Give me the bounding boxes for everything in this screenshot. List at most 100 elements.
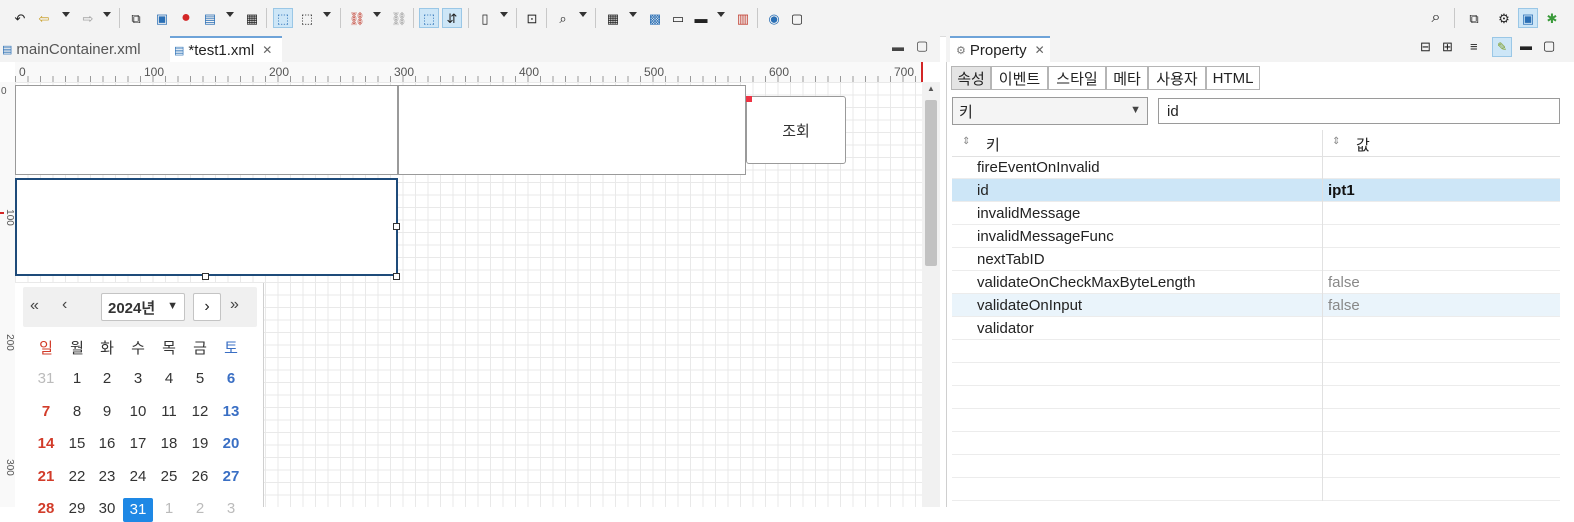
close-icon[interactable]: ✕ <box>262 43 272 57</box>
search-icon[interactable]: ⌕ <box>1426 8 1446 28</box>
calendar-day[interactable]: 15 <box>62 435 92 452</box>
property-row[interactable] <box>952 455 1560 478</box>
calendar-day[interactable]: 2 <box>92 370 122 387</box>
minimize-icon[interactable]: ▬ <box>892 40 904 54</box>
maximize-icon[interactable]: ▢ <box>916 38 928 54</box>
marquee-dropdown-icon[interactable] <box>323 12 331 17</box>
column-key-header[interactable]: 키 <box>986 134 1000 155</box>
back-dropdown-icon[interactable] <box>62 12 70 17</box>
undo-icon[interactable]: ↶ <box>10 8 30 28</box>
search-layout-icon[interactable]: ⌕ <box>553 8 573 28</box>
select-mode-icon[interactable]: ⬚ <box>273 8 293 28</box>
back-icon[interactable]: ⇦ <box>34 8 54 28</box>
calendar-day[interactable]: 22 <box>62 468 92 485</box>
column-value-header[interactable]: 값 <box>1356 134 1370 155</box>
calendar-day[interactable]: 1 <box>154 500 184 517</box>
calendar-day[interactable]: 8 <box>62 403 92 420</box>
property-row[interactable]: invalidMessageFunc <box>952 225 1560 248</box>
property-row[interactable] <box>952 386 1560 409</box>
filter-select[interactable]: 키 ▼ <box>952 97 1148 125</box>
grid-lines-icon[interactable]: ▥ <box>733 8 753 28</box>
divider-dropdown-icon[interactable] <box>717 12 725 17</box>
calendar-day[interactable]: 10 <box>123 403 153 420</box>
calendar-day[interactable]: 13 <box>216 403 246 420</box>
calendar-day[interactable]: 17 <box>123 435 153 452</box>
forward-icon[interactable]: ⇨ <box>78 8 98 28</box>
open-perspective-icon[interactable]: ⧉ <box>1464 8 1484 28</box>
calendar-day[interactable]: 27 <box>216 468 246 485</box>
text-frame-icon[interactable]: ⊡ <box>522 8 542 28</box>
calendar-day[interactable]: 6 <box>216 370 246 387</box>
divider-icon[interactable]: ▬ <box>691 8 711 28</box>
sort-icon[interactable]: ⇕ <box>962 136 970 147</box>
tab-main-container[interactable]: ▤ mainContainer.xml <box>0 36 168 62</box>
property-value[interactable]: ipt1 <box>1328 182 1355 199</box>
property-row[interactable]: validateOnCheckMaxByteLength false <box>952 271 1560 294</box>
sort-icon[interactable]: ⇕ <box>1332 136 1340 147</box>
tab-test1[interactable]: ▤ *test1.xml ✕ <box>170 36 282 62</box>
web-icon[interactable]: ◉ <box>764 8 784 28</box>
device-dropdown-icon[interactable] <box>500 12 508 17</box>
calendar-day[interactable]: 24 <box>123 468 153 485</box>
calendar-day[interactable]: 11 <box>154 403 184 420</box>
selected-input-ipt1[interactable] <box>15 178 398 276</box>
tab-html[interactable]: HTML <box>1206 66 1260 90</box>
debug-perspective-icon[interactable]: ✱ <box>1542 8 1562 28</box>
calendar-day[interactable]: 31 <box>123 498 153 522</box>
property-row[interactable] <box>952 409 1560 432</box>
calendar-day[interactable]: 29 <box>62 500 92 517</box>
property-value[interactable]: false <box>1328 297 1360 314</box>
tab-meta[interactable]: 메타 <box>1106 66 1148 90</box>
edit-icon[interactable]: ✎ <box>1492 37 1512 57</box>
property-value[interactable]: false <box>1328 274 1360 291</box>
calendar-day[interactable]: 3 <box>216 500 246 517</box>
calendar-day[interactable]: 2 <box>185 500 215 517</box>
resize-handle[interactable] <box>393 223 400 230</box>
property-row[interactable]: fireEventOnInvalid <box>952 156 1560 179</box>
calendar-day[interactable]: 16 <box>92 435 122 452</box>
tab-style[interactable]: 스타일 <box>1048 66 1106 90</box>
property-tab[interactable]: ⚙ Property ✕ <box>950 36 1050 62</box>
forward-dropdown-icon[interactable] <box>103 12 111 17</box>
calendar-day[interactable]: 31 <box>31 370 61 387</box>
vertical-scrollbar[interactable]: ▲ <box>922 82 940 507</box>
calendar-day[interactable]: 3 <box>123 370 153 387</box>
property-row[interactable]: nextTabID <box>952 248 1560 271</box>
run-dropdown-icon[interactable] <box>226 12 234 17</box>
property-row[interactable]: validator <box>952 317 1560 340</box>
table-dropdown-icon[interactable] <box>629 12 637 17</box>
calendar-day[interactable]: 19 <box>185 435 215 452</box>
run-window-icon[interactable]: ▤ <box>200 8 220 28</box>
search-layout-dropdown-icon[interactable] <box>579 12 587 17</box>
snap-icon[interactable]: ⇵ <box>442 8 462 28</box>
calendar-day[interactable]: 21 <box>31 468 61 485</box>
resize-handle[interactable] <box>393 273 400 280</box>
calendar-day[interactable]: 18 <box>154 435 184 452</box>
scroll-thumb[interactable] <box>925 100 937 266</box>
export-icon[interactable]: ⧉ <box>126 8 146 28</box>
calendar-day[interactable]: 12 <box>185 403 215 420</box>
property-row[interactable] <box>952 340 1560 363</box>
group-box[interactable] <box>398 85 746 175</box>
perspective-icon[interactable]: ⚙ <box>1494 8 1514 28</box>
tab-events[interactable]: 이벤트 <box>991 66 1048 90</box>
zoom-select-icon[interactable]: ⬚ <box>419 8 439 28</box>
calendar-day[interactable]: 9 <box>92 403 122 420</box>
calendar-day[interactable]: 7 <box>31 403 61 420</box>
table-icon[interactable]: ▦ <box>603 8 623 28</box>
preview-icon[interactable]: ▣ <box>152 8 172 28</box>
resize-handle[interactable] <box>202 273 209 280</box>
property-row[interactable]: invalidMessage <box>952 202 1560 225</box>
property-row[interactable]: id ipt1 <box>952 179 1560 202</box>
link-dropdown-icon[interactable] <box>373 12 381 17</box>
scroll-up-icon[interactable]: ▲ <box>922 84 940 94</box>
lock-icon[interactable]: ▢ <box>787 8 807 28</box>
property-row[interactable] <box>952 363 1560 386</box>
comment-icon[interactable]: ▭ <box>668 8 688 28</box>
record-icon[interactable]: ● <box>176 8 196 28</box>
calendar-day[interactable]: 5 <box>185 370 215 387</box>
year-select[interactable]: 2024년 ▼ <box>101 293 185 321</box>
expand-all-icon[interactable]: ⊞ <box>1442 39 1453 55</box>
collapse-all-icon[interactable]: ⊟ <box>1420 39 1431 55</box>
calendar-day[interactable]: 4 <box>154 370 184 387</box>
